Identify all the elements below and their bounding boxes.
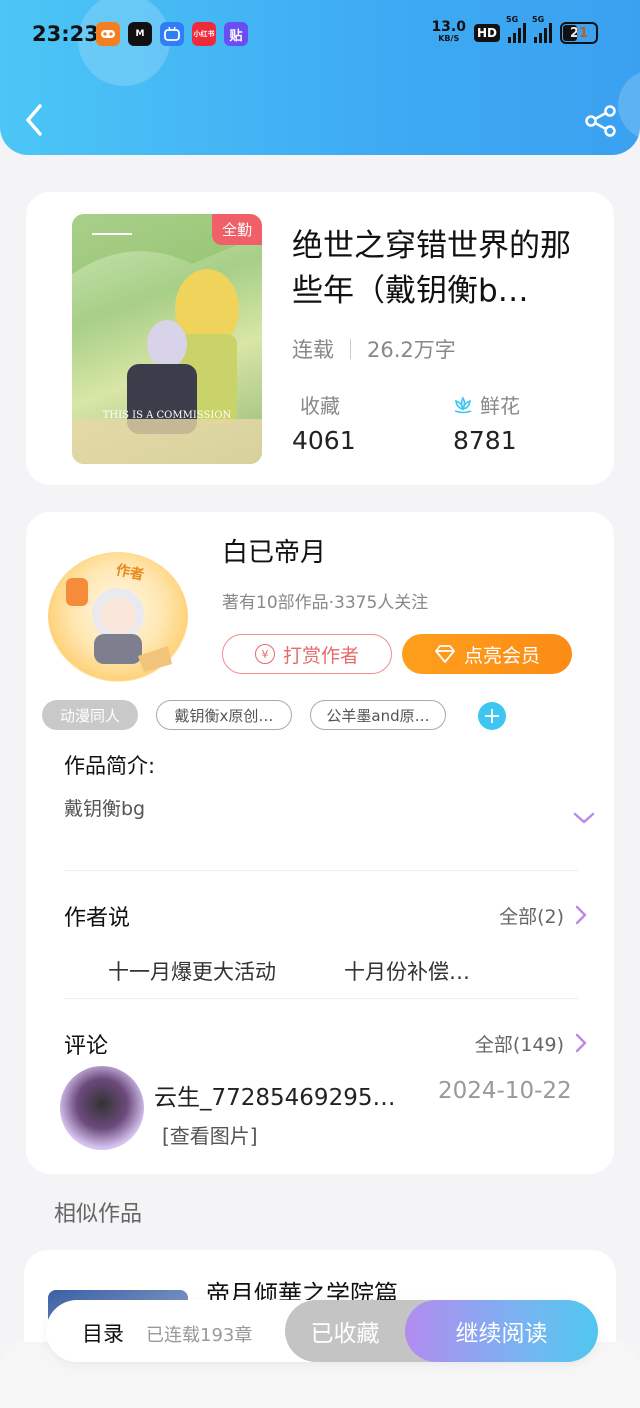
signal-label: 5G bbox=[532, 15, 545, 24]
book-cover[interactable]: THIS IS A COMMISSION 全勤 bbox=[72, 214, 262, 464]
word-count: 26.2万字 bbox=[367, 338, 456, 362]
author-says-title: 作者说 bbox=[64, 906, 131, 931]
signal-icon-2: 5G bbox=[532, 15, 552, 43]
comment-text[interactable]: [查看图片] bbox=[162, 1120, 258, 1149]
tag-pairing-1[interactable]: 戴钥衡x原创… bbox=[156, 700, 292, 730]
add-tag-button[interactable]: + bbox=[478, 702, 506, 730]
net-speed-value: 13.0 bbox=[431, 19, 466, 35]
author-card: 作者 白已帝月 著有10部作品·3375人关注 ¥ 打赏作者 点亮会员 动漫同人… bbox=[26, 512, 614, 1174]
hd-icon: HD bbox=[473, 24, 500, 42]
back-arrow-icon[interactable] bbox=[20, 100, 50, 140]
flower-label[interactable]: 鲜花 bbox=[452, 390, 520, 419]
divider bbox=[64, 870, 578, 871]
chevron-right-icon[interactable] bbox=[574, 1032, 588, 1054]
flower-label-text: 鲜花 bbox=[480, 394, 520, 418]
tag-pairing-2[interactable]: 公羊墨and原… bbox=[310, 700, 446, 730]
vip-button[interactable]: 点亮会员 bbox=[402, 634, 572, 674]
chevron-down-icon[interactable] bbox=[572, 810, 596, 826]
full-attendance-badge: 全勤 bbox=[211, 214, 262, 245]
battery-level: 21 bbox=[569, 25, 589, 41]
signal-icon: 5G bbox=[506, 15, 526, 43]
serial-status: 连载 bbox=[292, 338, 334, 362]
tag-anime-fanfic[interactable]: 动漫同人 bbox=[42, 700, 138, 730]
tip-author-button[interactable]: ¥ 打赏作者 bbox=[222, 634, 392, 674]
net-speed: 13.0 KB/S bbox=[431, 19, 466, 44]
m-app-icon: M bbox=[128, 22, 152, 46]
battery-icon: 21 bbox=[560, 22, 598, 44]
game-app-icon bbox=[96, 22, 120, 46]
book-title: 绝世之穿错世界的那些年（戴钥衡b… bbox=[292, 228, 571, 309]
author-post-item[interactable]: 十一月爆更大活动 bbox=[108, 956, 276, 986]
diamond-icon bbox=[435, 645, 455, 663]
author-post-item[interactable]: 十月份补偿… bbox=[344, 956, 470, 986]
author-says-more-link[interactable]: 全部(2) bbox=[499, 902, 564, 929]
author-name[interactable]: 白已帝月 bbox=[222, 532, 326, 569]
cover-caption: THIS IS A COMMISSION bbox=[102, 410, 232, 421]
toc-button[interactable]: 目录 bbox=[82, 1318, 124, 1348]
flower-icon bbox=[454, 395, 472, 413]
bili-app-icon bbox=[160, 22, 184, 46]
status-bar: 23:23 M 小红书 贴 13.0 KB/S HD 5G 5G 21 bbox=[0, 0, 640, 70]
tip-author-label: 打赏作者 bbox=[282, 644, 359, 667]
book-info-card: THIS IS A COMMISSION 全勤 绝世之穿错世界的那些年（戴钥衡b… bbox=[26, 192, 614, 485]
tieba-app-icon: 贴 bbox=[224, 22, 248, 46]
flower-count: 8781 bbox=[453, 426, 517, 455]
author-stats: 著有10部作品·3375人关注 bbox=[222, 593, 429, 613]
signal-label: 5G bbox=[506, 15, 519, 24]
vip-label: 点亮会员 bbox=[463, 644, 540, 667]
share-icon[interactable] bbox=[584, 104, 618, 138]
commenter-avatar[interactable] bbox=[60, 1066, 144, 1150]
comments-more-link[interactable]: 全部(149) bbox=[475, 1030, 564, 1057]
decorative-bubble bbox=[618, 70, 640, 140]
comment-date: 2024-10-22 bbox=[438, 1078, 572, 1104]
header: 23:23 M 小红书 贴 13.0 KB/S HD 5G 5G 21 bbox=[0, 0, 640, 155]
chevron-right-icon[interactable] bbox=[574, 904, 588, 926]
status-time: 23:23 bbox=[32, 22, 99, 46]
similar-works-title: 相似作品 bbox=[54, 1202, 143, 1227]
bottom-action-bar: 目录 已连载193章 已收藏 继续阅读 bbox=[46, 1300, 598, 1362]
system-icons: 13.0 KB/S HD 5G 5G 21 bbox=[431, 15, 598, 44]
meta-divider bbox=[350, 339, 351, 359]
commenter-name[interactable]: 云生_77285469295… bbox=[154, 1078, 395, 1112]
collected-label: 已收藏 bbox=[310, 1321, 380, 1347]
book-meta: 连载 26.2万字 bbox=[292, 334, 456, 364]
chapter-count: 已连载193章 bbox=[146, 1325, 253, 1346]
comments-title: 评论 bbox=[64, 1034, 109, 1059]
xiaohongshu-app-icon: 小红书 bbox=[192, 22, 216, 46]
continue-reading-button[interactable]: 继续阅读 bbox=[405, 1300, 598, 1362]
collect-count: 4061 bbox=[292, 426, 356, 455]
divider bbox=[64, 998, 578, 999]
collect-label: 收藏 bbox=[300, 390, 340, 419]
notification-app-icons: M 小红书 贴 bbox=[96, 22, 248, 46]
cover-illustration bbox=[72, 214, 262, 464]
collect-label-text: 收藏 bbox=[300, 394, 340, 418]
intro-text: 戴钥衡bg bbox=[64, 798, 146, 820]
yen-coin-icon: ¥ bbox=[254, 644, 275, 664]
intro-title: 作品简介: bbox=[64, 754, 156, 778]
